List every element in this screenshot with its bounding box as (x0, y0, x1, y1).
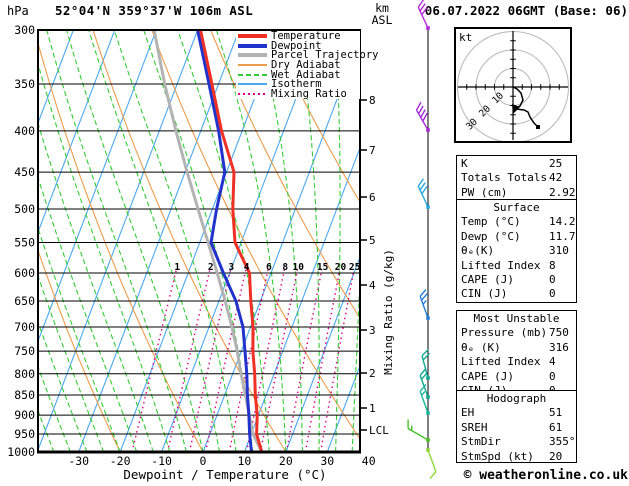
stat-label: StmSpd (kt) (461, 449, 534, 463)
stat-label: Lifted Index (461, 355, 541, 369)
stat-label: SREH (461, 420, 488, 434)
panel-row: CIN (J) 0 (457, 287, 576, 301)
stat-label: θₑ(K) (461, 244, 495, 258)
panel-row: Totals Totals 42 (457, 171, 576, 185)
panel-row: Lifted Index 4 (457, 355, 576, 369)
stat-value: 8 (549, 258, 556, 272)
stat-value: 0 (549, 287, 556, 301)
panel-row: Lifted Index 8 (457, 259, 576, 273)
stat-value: 20 (549, 449, 563, 463)
stat-value: 316 (549, 340, 569, 354)
panel-row: CAPE (J) 0 (457, 370, 576, 384)
stat-value: 0 (549, 369, 556, 383)
stat-label: Lifted Index (461, 258, 541, 272)
panel-row: θₑ (K) 316 (457, 341, 576, 355)
panel-surface: Surface Temp (°C) 14.2 Dewp (°C) 11.7 θₑ(K) 31… (456, 199, 577, 303)
stat-label: Dewp (°C) (461, 229, 521, 243)
panel-row: EH 51 (457, 406, 576, 420)
stat-label: Pressure (mb) (461, 326, 548, 340)
stat-value: 355° (549, 435, 576, 449)
panel-row: θₑ(K) 310 (457, 244, 576, 258)
stat-label: K (461, 157, 468, 170)
panel-title: Surface (493, 201, 540, 214)
stat-label: CAPE (J) (461, 369, 514, 383)
stat-label: StmDir (461, 435, 501, 449)
panel-row: CAPE (J) 0 (457, 273, 576, 287)
panel-row: K 25 (457, 157, 576, 171)
stat-value: 14.2 (549, 215, 576, 229)
panel-indices: K 25 Totals Totals 42 PW (cm) 2.92 (456, 155, 577, 201)
stat-label: Temp (°C) (461, 215, 521, 229)
stat-value: 0 (549, 273, 556, 287)
panel-most-unstable: Most Unstable Pressure (mb) 750 θₑ (K) 316 Li… (456, 310, 577, 397)
panel-row: Pressure (mb) 750 (457, 326, 576, 340)
stat-value: 310 (549, 244, 569, 258)
panel-row: StmDir 355° (457, 435, 576, 449)
panel-row: StmSpd (kt) 20 (457, 450, 576, 464)
kt-unit-label: kt (459, 31, 472, 44)
skewt-sounding-screen: hPa 52°04'N 359°37'W 106m ASL km ASL 06.0… (0, 0, 629, 486)
stat-value: 61 (549, 420, 563, 434)
panel-hodograph: Hodograph EH 51 SREH 61 StmDir 355° StmSpd (kt)… (456, 390, 577, 463)
stat-value: 11.7 (549, 229, 576, 243)
panel-row: Temp (°C) 14.2 (457, 215, 576, 229)
stat-value: 4 (549, 355, 556, 369)
panel-title: Most Unstable (473, 312, 560, 325)
stat-label: Totals Totals (461, 171, 548, 185)
stat-value: 750 (549, 326, 569, 340)
stat-label: θₑ (K) (461, 340, 501, 354)
stat-value: 51 (549, 406, 563, 420)
stat-value: 25 (549, 157, 563, 170)
stat-value: 42 (549, 171, 563, 185)
stat-label: EH (461, 406, 475, 420)
stat-label: CAPE (J) (461, 273, 514, 287)
panel-row: Dewp (°C) 11.7 (457, 230, 576, 244)
panel-title: Hodograph (486, 392, 547, 405)
stat-label: CIN (J) (461, 287, 508, 301)
panel-row: SREH 61 (457, 421, 576, 435)
copyright-label: © weatheronline.co.uk (463, 468, 628, 483)
